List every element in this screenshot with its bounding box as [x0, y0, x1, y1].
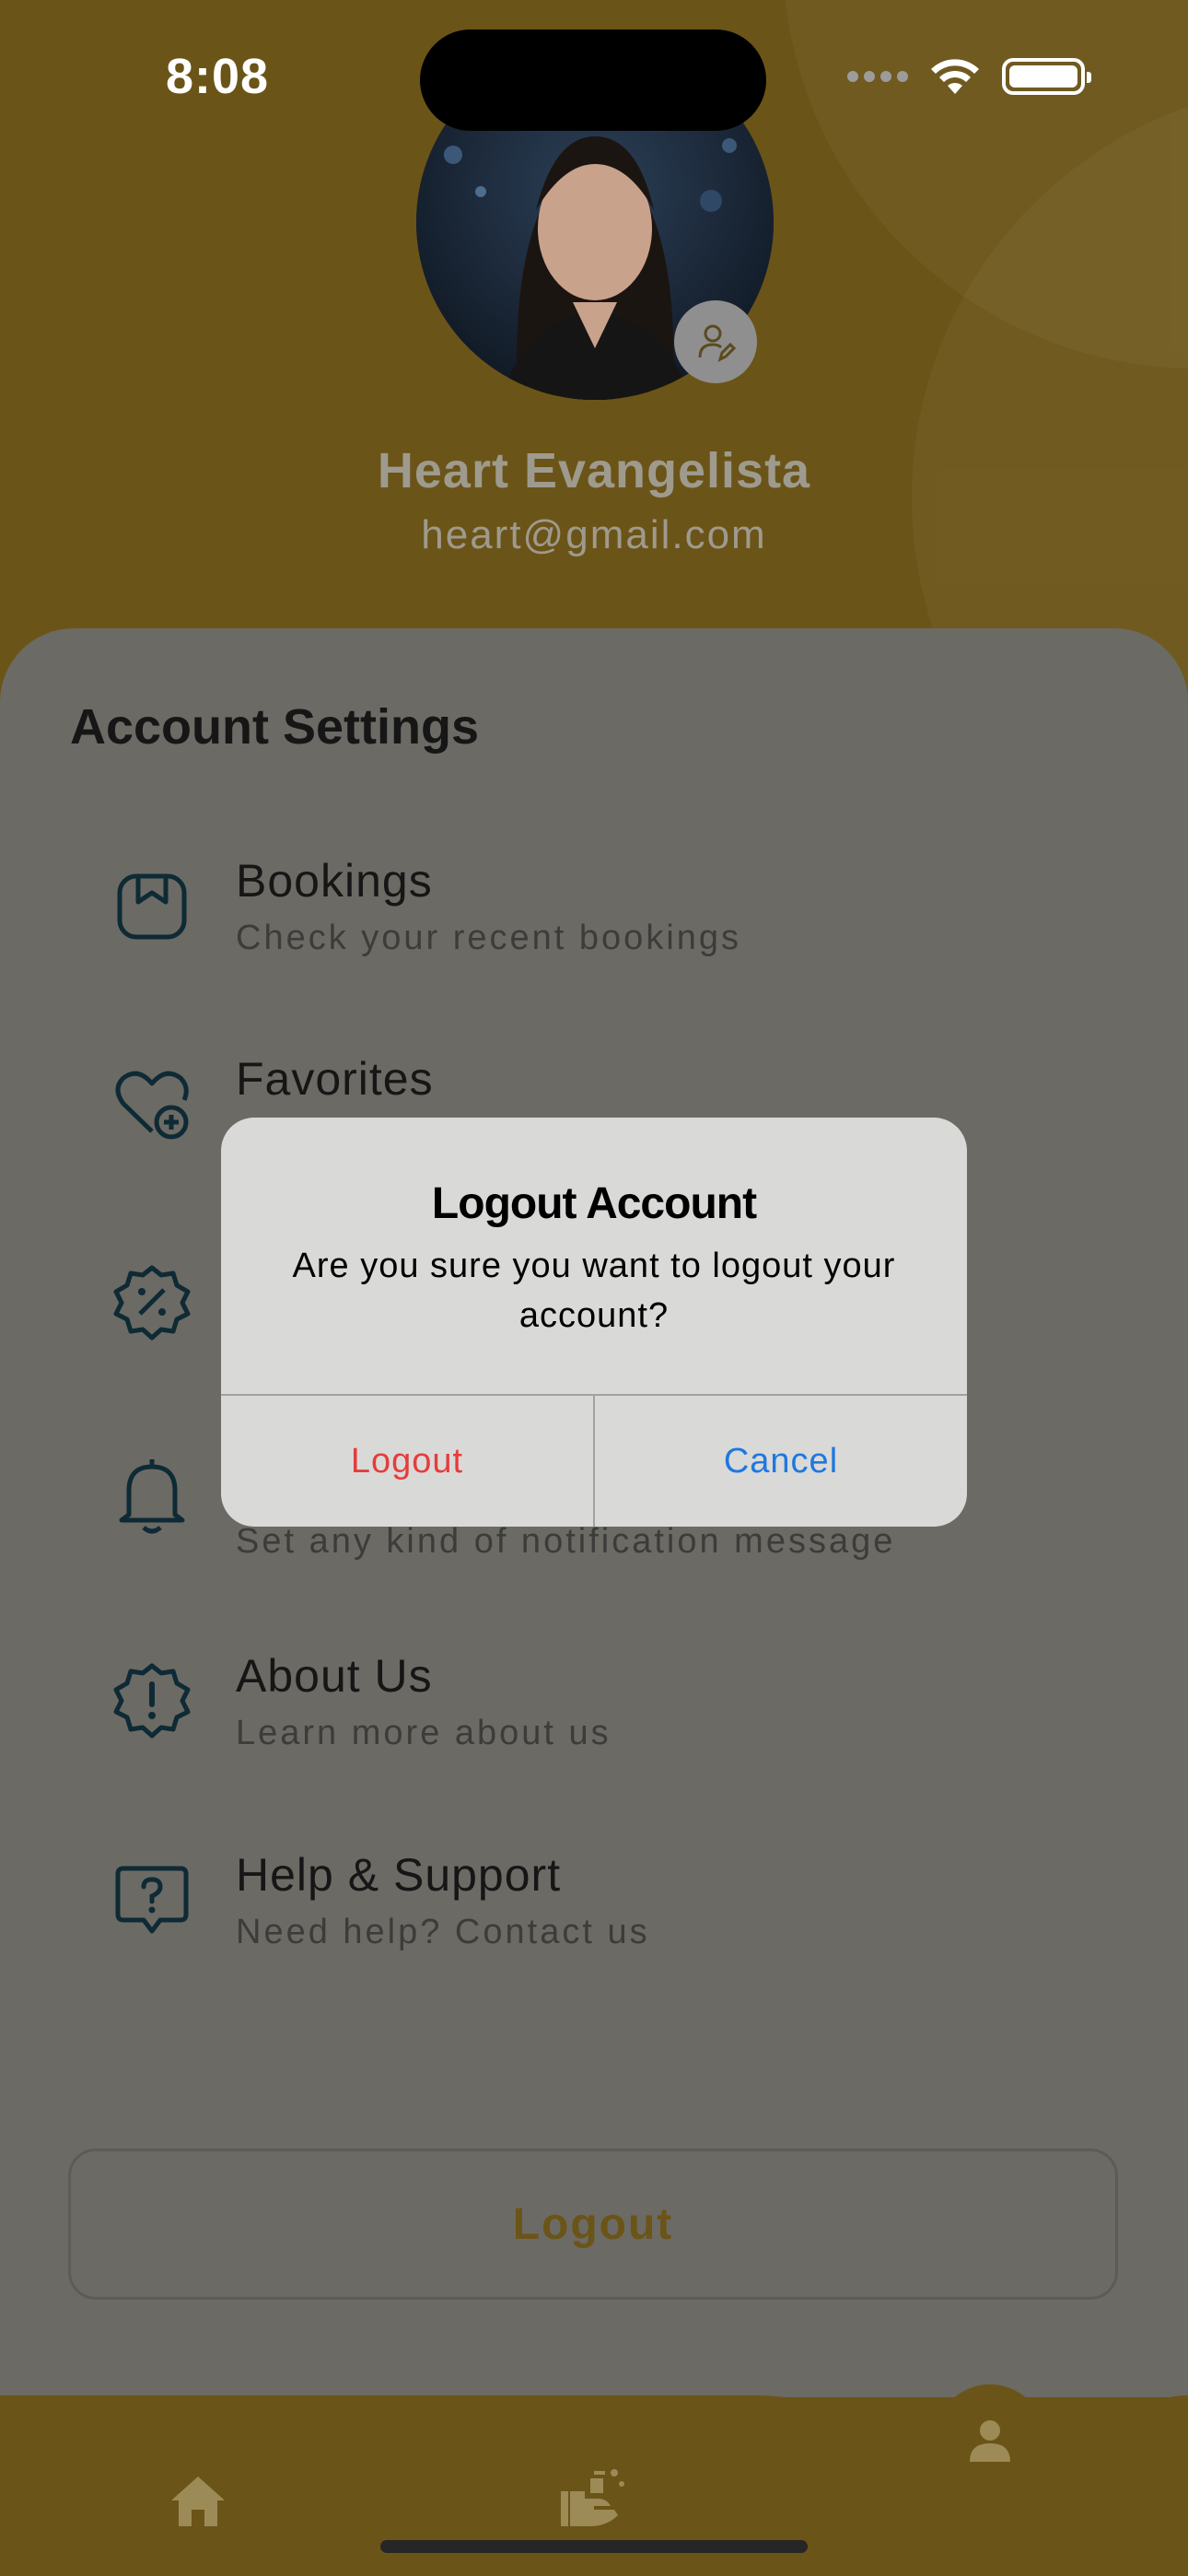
menu-item-help[interactable]: Help & Support Need help? Contact us: [111, 1848, 1124, 1996]
menu-item-subtitle: Check your recent bookings: [236, 919, 742, 957]
menu-item-label: Bookings: [236, 855, 433, 907]
favorites-icon: [115, 1071, 189, 1140]
wifi-icon: [931, 59, 979, 94]
dynamic-island: [420, 29, 766, 131]
menu-item-subtitle: Need help? Contact us: [236, 1913, 650, 1951]
cancel-button[interactable]: Cancel: [595, 1396, 967, 1527]
user-edit-icon: [698, 324, 737, 362]
profile-name: Heart Evangelista: [377, 443, 811, 498]
dialog-message: Are you sure you want to logout your acc…: [292, 1247, 896, 1335]
battery-icon: [1002, 58, 1091, 95]
logout-dialog: Logout Account Are you sure you want to …: [221, 1118, 967, 1527]
home-indicator: [380, 2540, 808, 2553]
dialog-title: Logout Account: [431, 1179, 757, 1228]
info-icon: [113, 1663, 191, 1739]
bookings-icon: [117, 873, 187, 940]
profile-email: heart@gmail.com: [421, 512, 767, 557]
menu-item-label: Favorites: [236, 1053, 434, 1105]
menu-item-bookings[interactable]: Bookings Check your recent bookings: [111, 854, 1124, 1001]
menu-item-label: About Us: [236, 1650, 433, 1702]
menu-item-label: Help & Support: [236, 1849, 562, 1901]
cellular-signal-icon: [847, 71, 908, 82]
home-icon[interactable]: [166, 2469, 230, 2534]
section-title: Account Settings: [70, 699, 480, 755]
edit-avatar-button[interactable]: [674, 300, 757, 383]
status-indicators: [847, 57, 1091, 96]
discount-icon: [113, 1265, 191, 1341]
menu-item-about[interactable]: About Us Learn more about us: [111, 1649, 1124, 1797]
user-icon: [970, 2420, 1010, 2462]
menu-item-subtitle: Set any kind of notification message: [236, 1522, 896, 1561]
profile-tab-button[interactable]: [935, 2384, 1045, 2495]
bell-icon: [119, 1459, 185, 1534]
confirm-logout-button[interactable]: Logout: [221, 1396, 593, 1527]
menu-item-subtitle: Learn more about us: [236, 1714, 611, 1752]
logout-button[interactable]: Logout: [68, 2149, 1118, 2300]
help-icon: [115, 1866, 189, 1934]
cleaning-service-icon[interactable]: [557, 2460, 631, 2534]
status-time: 8:08: [166, 49, 270, 104]
